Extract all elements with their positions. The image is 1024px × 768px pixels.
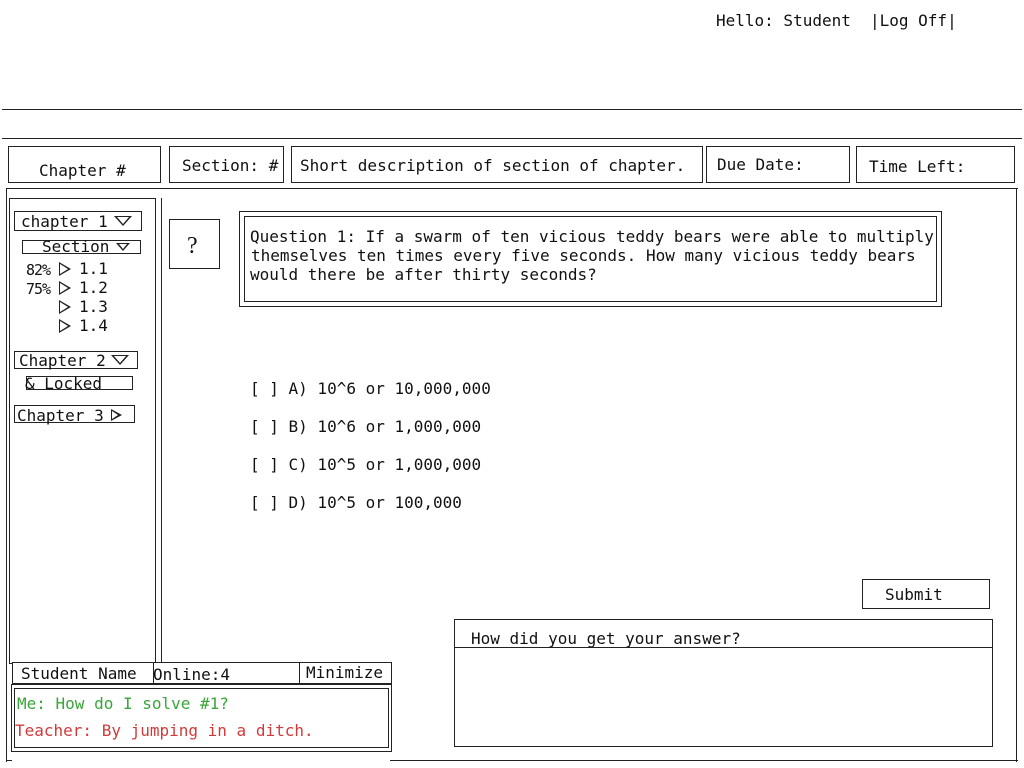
answer-option-c[interactable]: [ ] C) 10^5 or 1,000,000 (250, 456, 481, 474)
subsection-item[interactable]: 1.3 (24, 298, 144, 316)
infobar-top-line (2, 138, 1022, 139)
main-frame-left (6, 188, 7, 762)
time-left-box: Time Left: (856, 146, 1015, 183)
chevron-right-icon-inner (112, 411, 118, 419)
answer-option-d[interactable]: [ ] D) 10^5 or 100,000 (250, 494, 462, 512)
subsection-item[interactable]: 75% 1.2 (24, 278, 144, 299)
sidebar-chapter-3[interactable]: Chapter 3 (14, 405, 135, 425)
chat-message-teacher: Teacher: By jumping in a ditch. (15, 721, 314, 740)
answer-option-a[interactable]: [ ] A) 10^6 or 10,000,000 (250, 380, 491, 398)
sidebar-divider (161, 198, 162, 664)
submit-label: Submit (885, 585, 943, 604)
subsection-list: 82% 1.1 75% 1.2 1.3 1.4 (24, 260, 144, 340)
play-icon-inner (60, 321, 68, 331)
main-frame-top (6, 188, 1018, 189)
question-line-2: themselves ten times every five seconds.… (251, 246, 916, 265)
subsection-label: 1.4 (79, 316, 108, 335)
sidebar-chapter-2[interactable]: Chapter 2 (14, 351, 138, 370)
chapter-1-label: chapter 1 (21, 212, 108, 231)
locked-indicator: & Locked (25, 374, 133, 393)
sidebar-chapter-1[interactable]: chapter 1 (14, 211, 142, 231)
sidebar-section-dropdown[interactable]: Section (22, 237, 141, 256)
minimize-label: Minimize (306, 663, 384, 682)
minimize-button[interactable]: Minimize (299, 662, 392, 684)
subsection-label: 1.3 (79, 297, 108, 316)
chat-student-name: Student Name (21, 664, 137, 683)
explanation-prompt: How did you get your answer? (471, 629, 741, 648)
section-dropdown-label: Section (42, 237, 110, 256)
help-button[interactable]: ? (169, 219, 220, 269)
play-icon-inner (60, 264, 68, 274)
greeting-text: Hello: Student (716, 11, 851, 30)
subsection-item[interactable]: 82% 1.1 (24, 259, 144, 280)
main-frame-right (1016, 188, 1017, 762)
chevron-down-icon-inner (117, 217, 129, 224)
submit-button[interactable]: Submit (862, 579, 990, 609)
chapter-2-label: Chapter 2 (19, 351, 106, 370)
explanation-box: How did you get your answer? (454, 619, 993, 747)
section-description-box: Short description of section of chapter. (291, 146, 703, 183)
chapter-3-label: Chapter 3 (17, 406, 104, 425)
subsection-percent: 75% (26, 280, 51, 298)
chevron-down-icon-inner (119, 244, 127, 249)
section-description: Short description of section of chapter. (300, 156, 686, 175)
chat-message-me: Me: How do I solve #1? (17, 694, 229, 713)
subsection-percent: 82% (26, 261, 51, 279)
question-line-3: would there be after thirty seconds? (250, 265, 597, 284)
subsection-label: 1.1 (79, 259, 108, 278)
chapter-number-label: Chapter # (39, 161, 126, 180)
chat-online-count: Online:4 (153, 665, 231, 684)
logoff-link[interactable]: |Log Off| (870, 12, 957, 30)
time-left-label: Time Left: (869, 157, 966, 176)
chapter-number-box: Chapter # (8, 146, 161, 183)
chat-messages: Me: How do I solve #1? Teacher: By jumpi… (14, 688, 389, 748)
explanation-input[interactable] (455, 648, 992, 746)
play-icon-inner (60, 283, 68, 293)
help-question-mark: ? (187, 233, 198, 259)
section-number-box: Section: # (169, 146, 284, 183)
subsection-label: 1.2 (79, 278, 108, 297)
play-icon-inner (60, 302, 68, 312)
question-line-1: Question 1: If a swarm of ten vicious te… (250, 227, 934, 246)
answer-option-b[interactable]: [ ] B) 10^6 or 1,000,000 (250, 418, 481, 436)
question-box: Question 1: If a swarm of ten vicious te… (244, 216, 937, 302)
due-date-box: Due Date: (706, 146, 850, 183)
chevron-down-icon-inner (114, 356, 126, 363)
subsection-item[interactable]: 1.4 (24, 317, 144, 335)
locked-label: & Locked (25, 374, 103, 393)
section-number-label: Section: # (182, 156, 279, 175)
main-frame-bottom-left (6, 760, 12, 761)
header-divider (2, 109, 1022, 110)
chat-header: Student Name Online:4 Minimize (12, 662, 392, 684)
due-date-label: Due Date: (717, 155, 804, 174)
main-frame-bottom (390, 760, 1018, 761)
